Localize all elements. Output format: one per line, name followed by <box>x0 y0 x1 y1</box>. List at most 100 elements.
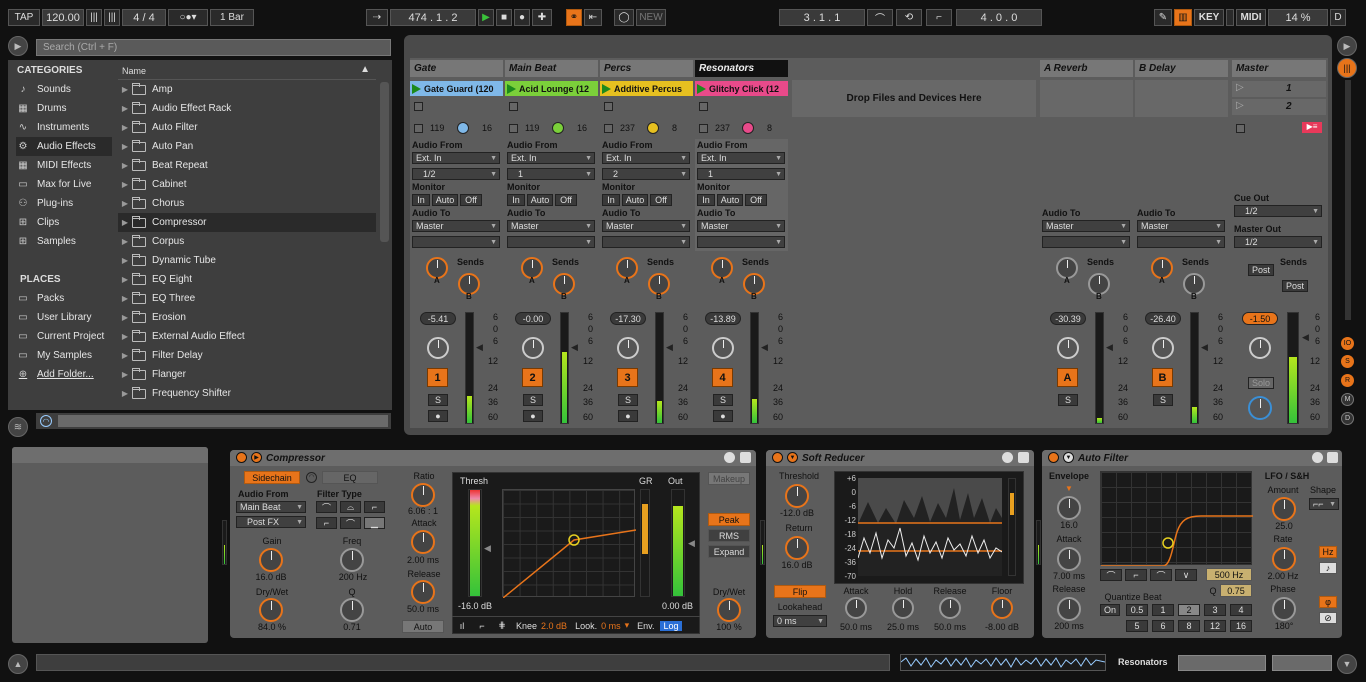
view-curve-icon[interactable]: ⌐ <box>472 621 492 631</box>
clip-stop-icon[interactable] <box>414 124 423 133</box>
browser-item-amp[interactable]: ▶ Amp <box>118 80 376 99</box>
audio-to-select[interactable]: Master <box>697 220 785 232</box>
expand-arrow-icon[interactable]: ▶ <box>118 256 132 265</box>
track-activator-button[interactable]: A <box>1057 368 1078 387</box>
flip-button[interactable]: Flip <box>774 585 826 598</box>
audio-from-select[interactable]: Ext. In <box>602 152 690 164</box>
amount-knob[interactable] <box>1272 497 1296 521</box>
freq-value[interactable]: 200 Hz <box>328 572 378 582</box>
input-channel-select[interactable]: 1 <box>507 168 595 180</box>
tap-button[interactable]: TAP <box>8 9 40 26</box>
volume-value[interactable]: -13.89 <box>705 312 741 325</box>
filter-lowpass-button[interactable]: ⌒ <box>316 501 337 513</box>
category-sounds[interactable]: ♪ Sounds <box>16 80 112 99</box>
monitor-auto-button[interactable]: Auto <box>622 194 648 206</box>
drop-zone[interactable]: Drop Files and Devices Here <box>792 80 1036 117</box>
master-solo-button[interactable]: Solo <box>1248 377 1274 389</box>
quantize-on-button[interactable]: On <box>1100 604 1120 616</box>
clip-stop-icon[interactable] <box>699 102 708 111</box>
category-drums[interactable]: ▦ Drums <box>16 99 112 118</box>
sidechain-button[interactable]: Sidechain <box>244 471 300 484</box>
time-signature-field[interactable]: 4 / 4 <box>122 9 166 26</box>
makeup-button[interactable]: Makeup <box>708 472 750 485</box>
expand-arrow-icon[interactable]: ▶ <box>118 180 132 189</box>
track-activator-button[interactable]: 3 <box>617 368 638 387</box>
af-q-field[interactable]: 0.75 <box>1220 584 1252 597</box>
clip-stop-icon[interactable] <box>414 102 423 111</box>
ratio-knob[interactable] <box>411 483 435 507</box>
stop-all-clips-icon[interactable] <box>1236 124 1245 133</box>
category-clips[interactable]: ⊞ Clips <box>16 213 112 232</box>
expand-arrow-icon[interactable]: ▶ <box>118 104 132 113</box>
quantize-12-button[interactable]: 12 <box>1204 620 1226 632</box>
place-current-project[interactable]: ▭ Current Project <box>16 327 112 346</box>
af-attack-value[interactable]: 7.00 ms <box>1044 571 1094 581</box>
phase-value[interactable]: 180° <box>1264 621 1304 631</box>
phase-mode-button[interactable]: φ <box>1319 596 1337 608</box>
solo-button[interactable]: S <box>1153 394 1173 406</box>
clip-slot[interactable]: Acid Lounge (12 <box>505 81 598 96</box>
send-a-post-button[interactable]: Post <box>1248 264 1274 276</box>
solo-button[interactable]: S <box>428 394 448 406</box>
device-chain-thumb-1[interactable] <box>1178 655 1266 671</box>
monitor-off-button[interactable]: Off <box>745 194 767 206</box>
expand-arrow-icon[interactable]: ▶ <box>118 199 132 208</box>
audio-to-channel-select[interactable] <box>602 236 690 248</box>
expand-arrow-icon[interactable]: ▶ <box>118 351 132 360</box>
browser-item-erosion[interactable]: ▶ Erosion <box>118 308 376 327</box>
delay-toggle-icon[interactable]: D <box>1341 412 1354 425</box>
hold-knob[interactable] <box>892 597 914 619</box>
af-filter-notch-button[interactable]: ∨ <box>1175 569 1197 581</box>
thresh-arrow-icon[interactable]: ◀ <box>484 543 491 554</box>
cue-volume-knob[interactable] <box>1248 396 1272 420</box>
browser-scrollbar[interactable] <box>380 82 389 242</box>
release-value[interactable]: 50.0 ms <box>398 604 448 614</box>
loop-start-field[interactable]: 3 . 1 . 1 <box>779 9 865 26</box>
expand-arrow-icon[interactable]: ▶ <box>118 237 132 246</box>
rms-button[interactable]: RMS <box>708 529 750 542</box>
monitor-in-button[interactable]: In <box>602 194 620 206</box>
ratio-value[interactable]: 6.06 : 1 <box>398 506 448 516</box>
auto-filter-fold-icon[interactable]: ▼ <box>1063 452 1074 463</box>
return-header-a-reverb[interactable]: A Reverb <box>1040 60 1133 77</box>
peak-button[interactable]: Peak <box>708 513 750 526</box>
view-activity-icon[interactable]: ⋕ <box>492 620 512 631</box>
master-volume-value[interactable]: -1.50 <box>1242 312 1278 325</box>
volume-value[interactable]: -5.41 <box>420 312 456 325</box>
threshold-knob[interactable] <box>785 484 809 508</box>
rate-value[interactable]: 2.00 Hz <box>1260 571 1306 581</box>
clip-overview-strip[interactable] <box>900 654 1106 671</box>
phase-knob[interactable] <box>1272 597 1296 621</box>
headphones-icon[interactable]: ◠ <box>40 415 52 427</box>
sidechain-channel-select[interactable]: Post FX <box>236 516 306 528</box>
quantize-2-button[interactable]: 2 <box>1178 604 1200 616</box>
place-my-samples[interactable]: ▭ My Samples <box>16 346 112 365</box>
clip-launch-icon[interactable] <box>412 83 421 94</box>
clip-stop-icon[interactable] <box>509 102 518 111</box>
out-value[interactable]: 0.00 dB <box>662 601 693 611</box>
category-audio-effects[interactable]: ⚙ Audio Effects <box>16 137 112 156</box>
sr-release-knob[interactable] <box>939 597 961 619</box>
pan-knob[interactable] <box>712 337 734 359</box>
amount-value[interactable]: 25.0 <box>1264 521 1304 531</box>
input-channel-select[interactable]: 1 <box>697 168 785 180</box>
clip-view-toggle-icon[interactable]: ▶≡ <box>1302 122 1322 133</box>
quantization-select[interactable]: 1 Bar <box>210 9 254 26</box>
clip-stop-icon[interactable] <box>604 102 613 111</box>
arrangement-toggle-icon[interactable]: ▲ <box>8 654 28 674</box>
clip-stop-icon[interactable] <box>604 124 613 133</box>
volume-fader-icon[interactable]: ◀ <box>476 342 483 353</box>
nudge-up-button[interactable]: ||| <box>104 9 120 26</box>
nudge-down-button[interactable]: ||| <box>86 9 102 26</box>
name-column-header[interactable]: Name ▲ <box>118 62 376 80</box>
automation-arm-button[interactable]: ⚭ <box>566 9 582 26</box>
expand-arrow-icon[interactable]: ▶ <box>118 85 132 94</box>
input-channel-select[interactable]: 1/2 <box>412 168 500 180</box>
io-toggle-icon[interactable]: IO <box>1341 337 1354 350</box>
quantize-1-button[interactable]: 1 <box>1152 604 1174 616</box>
volume-fader-icon[interactable]: ◀ <box>761 342 768 353</box>
loop-button[interactable]: ⟲ <box>896 9 922 26</box>
expand-arrow-icon[interactable]: ▶ <box>118 294 132 303</box>
audio-to-select[interactable]: Master <box>602 220 690 232</box>
mixer-section-toggle-icon[interactable]: M <box>1341 393 1354 406</box>
